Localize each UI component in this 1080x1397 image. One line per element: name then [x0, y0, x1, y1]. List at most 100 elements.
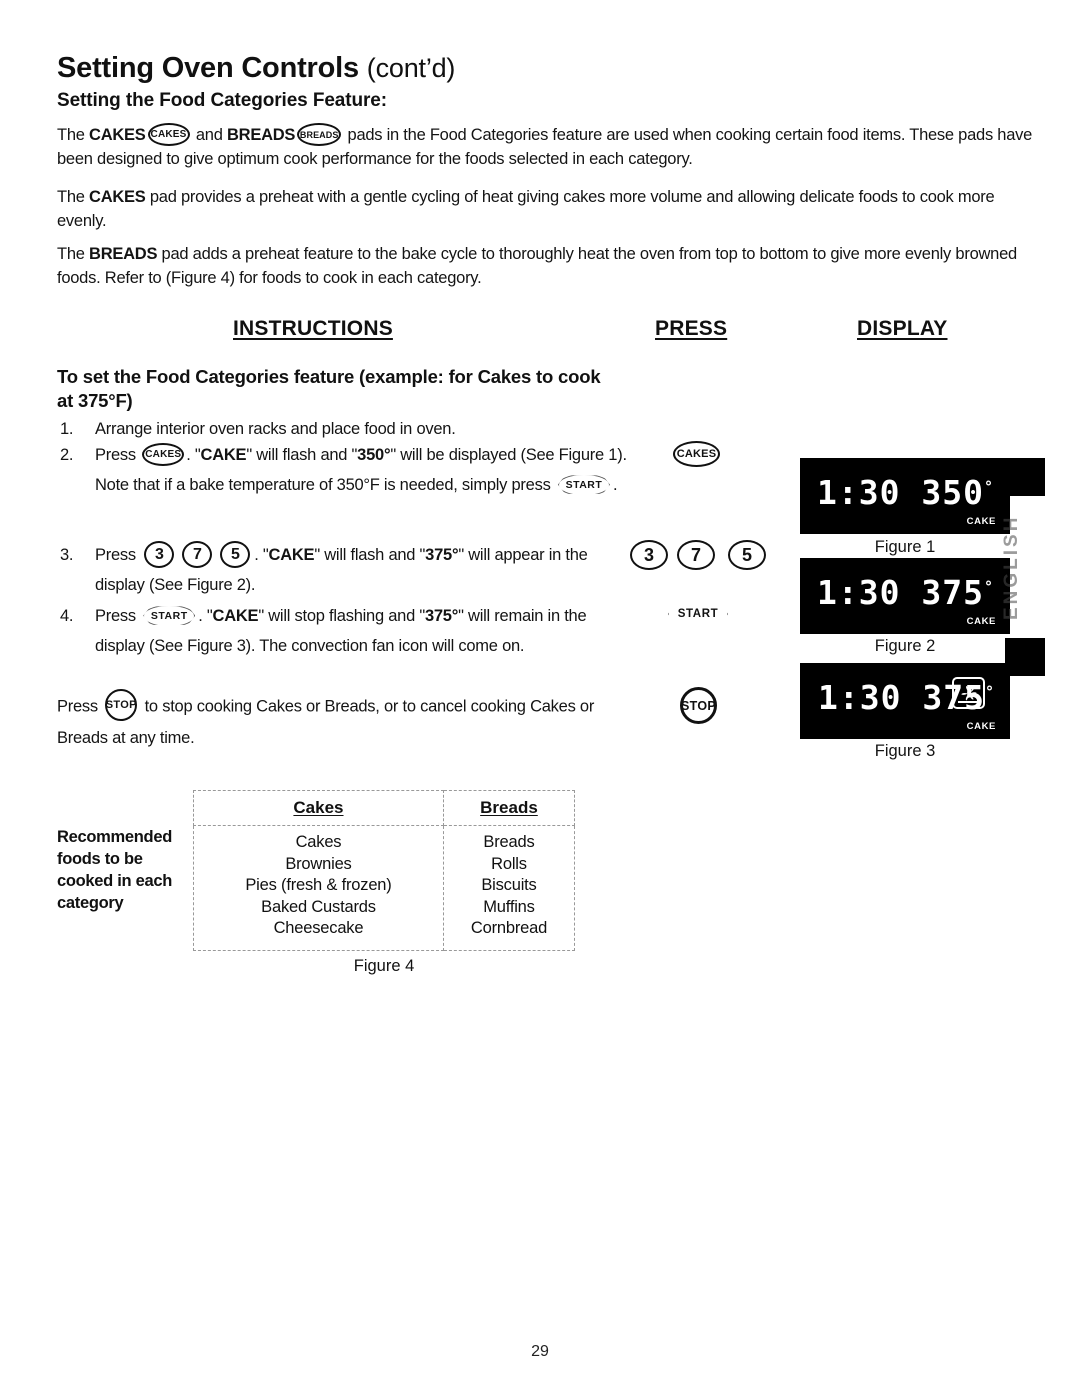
- press-stop-button[interactable]: STOP: [680, 687, 717, 724]
- press-number-button-3[interactable]: 3: [630, 540, 668, 570]
- language-side-tab: ENGLISH: [1001, 514, 1022, 620]
- intro-paragraph-1: The CAKES CAKES and BREADS BREADS pads in …: [57, 123, 1057, 171]
- food-item: Pies (fresh & frozen): [245, 876, 392, 894]
- figure-4-caption: Figure 4: [353, 957, 415, 975]
- lcd-cake-indicator: CAKE: [966, 516, 996, 527]
- step-number: 4.: [60, 607, 74, 625]
- intro-paragraph-3: The BREADS pad adds a preheat feature to…: [57, 242, 1022, 290]
- figure-4-row-label: Recommended foods to be cooked in each c…: [57, 828, 173, 912]
- cakes-keyword: CAKES: [89, 188, 146, 206]
- text-fragment: " will stop flashing and ": [258, 607, 425, 625]
- lcd-time: 1:30: [817, 573, 901, 612]
- instructions-heading: To set the Food Categories feature (exam…: [57, 366, 601, 411]
- column-header-breads: Breads: [442, 790, 576, 826]
- step-text: Press START. "CAKE" will stop flashing a…: [95, 601, 635, 661]
- figure-1-caption: Figure 1: [874, 538, 936, 556]
- lcd-readout: 1:30 375°: [800, 568, 1010, 612]
- text-fragment: .: [612, 476, 618, 494]
- table-row: Cakes Brownies Pies (fresh & frozen) Bak…: [193, 825, 576, 951]
- degree-symbol: °: [983, 578, 993, 596]
- column-header-cakes: Cakes: [193, 790, 444, 826]
- text-fragment: pad provides a preheat with a gentle cyc…: [57, 188, 995, 230]
- page-title-contd: (cont’d): [366, 53, 456, 83]
- degree-symbol: °: [984, 683, 994, 701]
- text-fragment: Press: [95, 446, 141, 464]
- food-item: Rolls: [491, 854, 527, 873]
- start-pad-icon: START: [143, 606, 196, 625]
- lcd-cake-indicator: CAKE: [966, 721, 996, 732]
- food-item: Baked Custards: [261, 897, 376, 916]
- breads-foods-cell: Breads Rolls Biscuits Muffins Cornbread: [442, 825, 576, 951]
- press-cakes-button[interactable]: CAKES: [673, 441, 720, 467]
- page-title: Setting Oven Controls (cont’d): [57, 52, 455, 85]
- manual-page: Setting Oven Controls (cont’d) Setting t…: [0, 0, 1080, 1397]
- stop-pad-icon: STOP: [105, 689, 138, 721]
- press-start-button[interactable]: START: [668, 601, 728, 627]
- number-pad-icon-5: 5: [220, 541, 251, 569]
- cakes-pad-icon: CAKES: [147, 123, 190, 147]
- lcd-time: 1:30: [818, 678, 902, 717]
- press-number-button-5[interactable]: 5: [728, 540, 766, 570]
- page-number: 29: [531, 1343, 549, 1360]
- temperature-value: 375°: [424, 607, 459, 625]
- press-number-buttons: 3 7 5: [630, 540, 770, 572]
- intro-paragraph-2: The CAKES pad provides a preheat with a …: [57, 185, 1047, 233]
- breads-keyword: BREADS: [89, 245, 158, 263]
- food-item: Biscuits: [481, 876, 537, 894]
- step-text: Press 375. "CAKE" will flash and "375°" …: [95, 540, 630, 600]
- column-heading-press: PRESS: [655, 317, 728, 340]
- text-fragment: . ": [254, 546, 269, 564]
- figure-4-table: Cakes Breads Cakes Brownies Pies (fresh …: [193, 790, 576, 951]
- oven-display-figure-1: 1:30 350° CAKE: [800, 458, 1010, 534]
- text-fragment: to stop cooking Cakes or Breads, or to c…: [57, 697, 595, 747]
- text-fragment: Press: [95, 607, 141, 625]
- start-pad-icon: START: [557, 475, 610, 494]
- oven-display-figure-2: 1:30 375° CAKE: [800, 558, 1010, 634]
- breads-keyword: BREADS: [227, 126, 296, 144]
- step-number: 2.: [60, 446, 74, 464]
- note-text: Press STOP to stop cooking Cakes or Brea…: [57, 689, 632, 753]
- instruction-step-3: 3. Press 375. "CAKE" will flash and "375…: [60, 540, 630, 600]
- column-heading-instructions: INSTRUCTIONS: [233, 317, 393, 340]
- text-fragment: and: [191, 126, 227, 144]
- cake-indicator-keyword: CAKE: [268, 546, 315, 564]
- text-fragment: . ": [186, 446, 201, 464]
- column-heading-display: DISPLAY: [857, 317, 948, 340]
- cakes-pad-icon: CAKES: [142, 443, 185, 467]
- lcd-cake-indicator: CAKE: [966, 616, 996, 627]
- tab-bar-bottom: [1005, 638, 1045, 676]
- text-fragment: . ": [198, 607, 213, 625]
- food-item: Breads: [483, 833, 535, 851]
- step-number: 3.: [60, 546, 74, 564]
- fan-underline: [958, 700, 979, 703]
- instruction-step-4: 4. Press START. "CAKE" will stop flashin…: [60, 601, 635, 661]
- lcd-readout: 1:30 350°: [800, 468, 1010, 512]
- text-fragment: The: [57, 126, 90, 144]
- cakes-keyword: CAKES: [89, 126, 146, 144]
- cake-indicator-keyword: CAKE: [212, 607, 259, 625]
- lcd-temperature: 350: [921, 473, 984, 512]
- cake-indicator-keyword: CAKE: [200, 446, 247, 464]
- lcd-time: 1:30: [817, 473, 901, 512]
- text-fragment: pad adds a preheat feature to the bake c…: [57, 245, 1017, 287]
- food-item: Cheesecake: [273, 919, 364, 937]
- number-pad-icon-3: 3: [144, 541, 175, 569]
- press-number-button-7[interactable]: 7: [677, 540, 715, 570]
- convection-fan-icon: [952, 677, 985, 709]
- text-fragment: Press: [57, 697, 103, 716]
- temperature-value: 350°: [357, 446, 391, 464]
- table-header-row: Cakes Breads: [193, 790, 576, 826]
- cakes-foods-cell: Cakes Brownies Pies (fresh & frozen) Bak…: [193, 825, 444, 951]
- breads-pad-icon: BREADS: [297, 123, 342, 147]
- figure-3-caption: Figure 3: [874, 742, 936, 760]
- text-fragment: Press: [95, 546, 141, 564]
- text-fragment: The: [57, 245, 90, 263]
- page-title-main: Setting Oven Controls: [57, 52, 359, 84]
- food-item: Cornbread: [470, 919, 548, 937]
- degree-symbol: °: [983, 478, 993, 496]
- instruction-step-2: 2. Press CAKES. "CAKE" will flash and "3…: [60, 440, 630, 500]
- oven-display-figure-3: 1:30 375° CAKE: [800, 663, 1010, 739]
- number-pad-icon-7: 7: [182, 541, 213, 569]
- section-subtitle: Setting the Food Categories Feature:: [57, 90, 387, 111]
- instruction-note-stop: Press STOP to stop cooking Cakes or Brea…: [57, 689, 632, 753]
